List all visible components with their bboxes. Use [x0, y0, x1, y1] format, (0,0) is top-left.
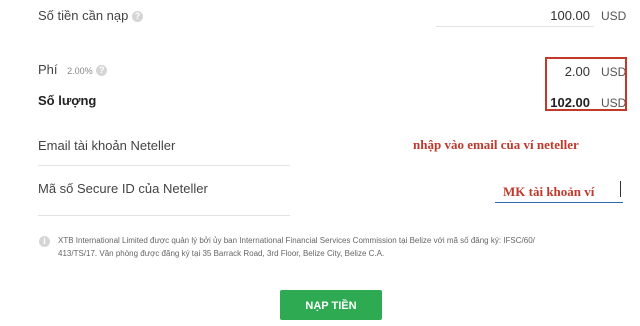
amount-label: Số tiền cần nạp: [38, 8, 129, 23]
deposit-button[interactable]: NẠP TIỀN: [280, 290, 382, 320]
email-annotation: nhập vào email của ví neteller: [413, 137, 579, 152]
secure-id-divider: [38, 214, 290, 216]
fee-percent: 2.00%: [67, 66, 93, 76]
amount-value: 100.00: [550, 8, 590, 23]
secure-id-label: Mã số Secure ID của Neteller: [38, 181, 208, 196]
info-icon[interactable]: ?: [131, 11, 143, 23]
highlight-box: [545, 57, 627, 111]
secure-id-annotation: MK tài khoản ví: [503, 184, 595, 199]
fee-label: Phí: [38, 62, 58, 77]
disclaimer-line-2: 413/TS/17. Văn phòng được đăng ký tại 35…: [58, 249, 385, 258]
disclaimer: XTB International Limited được quản lý b…: [58, 234, 603, 260]
disclaimer-line-1: XTB International Limited được quản lý b…: [58, 236, 535, 245]
email-input[interactable]: nhập vào email của ví neteller: [395, 132, 625, 156]
info-icon[interactable]: ?: [96, 65, 108, 77]
secure-id-input[interactable]: MK tài khoản ví: [495, 180, 623, 203]
disclaimer-info-icon: i: [39, 236, 50, 247]
email-divider: [38, 164, 290, 166]
quantity-label: Số lượng: [38, 93, 97, 108]
amount-input[interactable]: 100.00: [436, 4, 594, 27]
amount-label-row: Số tiền cần nạp ?: [38, 8, 143, 23]
text-cursor: [620, 181, 621, 197]
email-label: Email tài khoản Neteller: [38, 138, 176, 153]
amount-currency: USD: [601, 9, 627, 23]
fee-label-row: Phí 2.00% ?: [38, 62, 108, 77]
